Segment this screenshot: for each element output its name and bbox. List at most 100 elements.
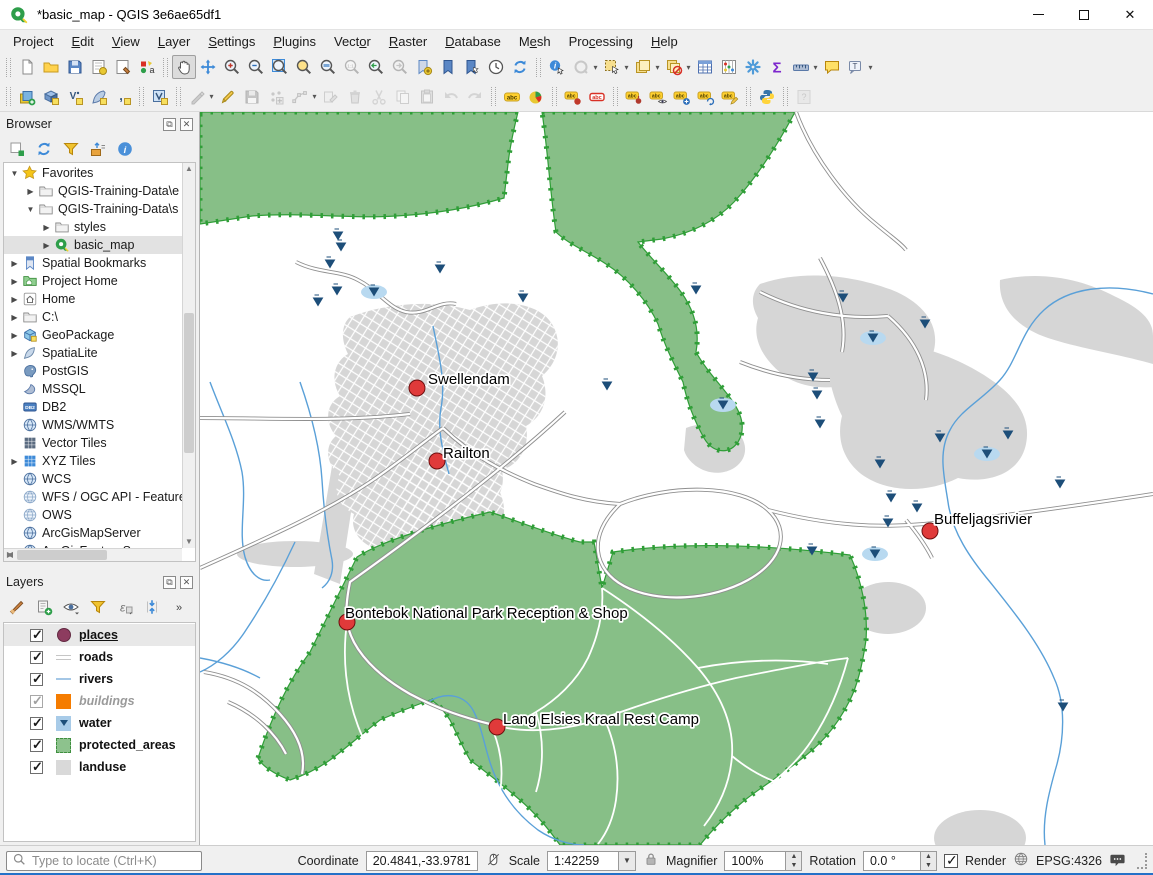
open-project-button[interactable] [39,55,63,79]
add-virtual-layer-button[interactable] [148,85,172,109]
browser-item-geopackage[interactable]: ▶GeoPackage [4,326,182,344]
place-marker[interactable] [409,380,425,396]
toolbar-grip[interactable] [746,87,751,106]
layers-float-button[interactable]: ⧉ [163,576,176,589]
show-bookmark-manager-button[interactable] [460,55,484,79]
browser-item-styles[interactable]: ▶styles [4,218,182,236]
tree-expand-arrow[interactable]: ▶ [8,313,21,322]
pan-to-selection-button[interactable] [196,55,220,79]
layer-row-roads[interactable]: ✓roads [4,646,195,668]
browser-item-wms-wmts[interactable]: WMS/WMTS [4,416,182,434]
temporal-controller-button[interactable] [484,55,508,79]
tree-expand-arrow[interactable]: ▶ [40,241,53,250]
menu-layer[interactable]: Layer [149,32,200,51]
edit-label-button[interactable]: abc [718,85,742,109]
layer-row-places[interactable]: ✓places [4,624,195,646]
menu-edit[interactable]: Edit [62,32,102,51]
tree-expand-arrow[interactable]: ▶ [8,259,21,268]
collapse-all-button[interactable] [88,139,108,159]
menu-plugins[interactable]: Plugins [264,32,325,51]
menu-raster[interactable]: Raster [380,32,436,51]
add-group-button[interactable] [34,597,54,617]
tree-expand-arrow[interactable]: ▶ [40,223,53,232]
zoom-last-button[interactable] [364,55,388,79]
resize-grip[interactable] [1137,853,1147,869]
messages-icon[interactable] [1109,851,1126,871]
filter-legend-button[interactable] [88,597,108,617]
move-label-button[interactable]: abc [622,85,646,109]
statistical-summary-button[interactable]: Σ [765,55,789,79]
measure-line-dropdown-arrow[interactable]: ▾ [811,63,820,72]
lock-scale-icon[interactable] [643,851,659,870]
menu-project[interactable]: Project [4,32,62,51]
layer-visibility-checkbox[interactable]: ✓ [30,761,43,774]
add-delimited-text-layer-button[interactable]: , [111,85,135,109]
deselect-features-dropdown-arrow[interactable]: ▾ [684,63,693,72]
style-manager-button[interactable]: a [135,55,159,79]
browser-item-project-home[interactable]: ▶Project Home [4,272,182,290]
new-print-layout-button[interactable] [87,55,111,79]
toolbar-grip[interactable] [6,87,11,106]
open-data-source-manager-button[interactable] [15,85,39,109]
layer-row-protected_areas[interactable]: ✓protected_areas [4,734,195,756]
select-by-value-button[interactable] [631,55,655,79]
new-project-button[interactable] [15,55,39,79]
pan-map-button[interactable] [172,55,196,79]
highlight-pinned-labels-button[interactable]: abc [585,85,609,109]
browser-close-button[interactable]: ✕ [180,118,193,131]
maximize-button[interactable] [1061,0,1107,29]
render-checkbox[interactable]: ✓ [944,854,958,868]
toolbar-grip[interactable] [139,87,144,106]
browser-item-wcs[interactable]: WCS [4,470,182,488]
text-annotation-button[interactable]: T [844,55,868,79]
add-selected-layer-button[interactable] [7,139,27,159]
browser-item-wfs-ogc-api-feature[interactable]: WFS / OGC API - Feature [4,488,182,506]
layer-row-buildings[interactable]: ✓buildings [4,690,195,712]
zoom-out-button[interactable] [244,55,268,79]
refresh-map-button[interactable] [508,55,532,79]
browser-item-qgis-training-data-s[interactable]: ▼QGIS-Training-Data\s [4,200,182,218]
new-spatial-bookmark-button[interactable] [412,55,436,79]
properties-widget-button[interactable]: i [115,139,135,159]
manage-map-themes-button[interactable] [61,597,81,617]
filter-browser-button[interactable] [61,139,81,159]
select-features-button[interactable] [600,55,624,79]
select-by-value-dropdown-arrow[interactable]: ▾ [653,63,662,72]
filter-by-expression-button[interactable]: ε [115,597,135,617]
browser-item-ows[interactable]: OWS [4,506,182,524]
more-tools-button[interactable]: » [169,597,189,617]
layer-row-rivers[interactable]: ✓rivers [4,668,195,690]
expand-collapse-all-button[interactable] [142,597,162,617]
locate-search-input[interactable]: Type to locate (Ctrl+K) [6,851,202,871]
show-spatial-bookmarks-button[interactable] [436,55,460,79]
map-canvas[interactable]: SwellendamRailtonBuffeljagsrivierBontebo… [200,112,1153,845]
menu-vector[interactable]: Vector [325,32,380,51]
browser-item-basic-map[interactable]: ▶basic_map [4,236,182,254]
toolbar-grip[interactable] [552,87,557,106]
save-project-button[interactable] [63,55,87,79]
layer-visibility-checkbox[interactable]: ✓ [30,651,43,664]
zoom-to-layer-button[interactable] [316,55,340,79]
deselect-features-button[interactable] [662,55,686,79]
menu-help[interactable]: Help [642,32,687,51]
menu-database[interactable]: Database [436,32,510,51]
select-features-dropdown-arrow[interactable]: ▾ [622,63,631,72]
layer-labeling-options-button[interactable]: abc [500,85,524,109]
layer-visibility-checkbox[interactable]: ✓ [30,673,43,686]
browser-item-vector-tiles[interactable]: Vector Tiles [4,434,182,452]
browser-item-spatial-bookmarks[interactable]: ▶Spatial Bookmarks [4,254,182,272]
add-spatialite-layer-button[interactable] [87,85,111,109]
change-label-properties-button[interactable]: abc [670,85,694,109]
coordinate-input[interactable]: 20.4841,-33.9781 [366,851,478,871]
open-layer-styling-button[interactable] [7,597,27,617]
browser-float-button[interactable]: ⧉ [163,118,176,131]
layer-diagram-options-button[interactable] [524,85,548,109]
browser-item-mssql[interactable]: MSSQL [4,380,182,398]
minimize-button[interactable] [1015,0,1061,29]
rotate-label-button[interactable]: abc [694,85,718,109]
show-layout-manager-button[interactable] [111,55,135,79]
add-raster-layer-button[interactable] [39,85,63,109]
layer-visibility-checkbox[interactable]: ✓ [30,717,43,730]
scale-combo[interactable]: 1:42259 ▼ [547,851,636,871]
close-button[interactable]: ✕ [1107,0,1153,29]
